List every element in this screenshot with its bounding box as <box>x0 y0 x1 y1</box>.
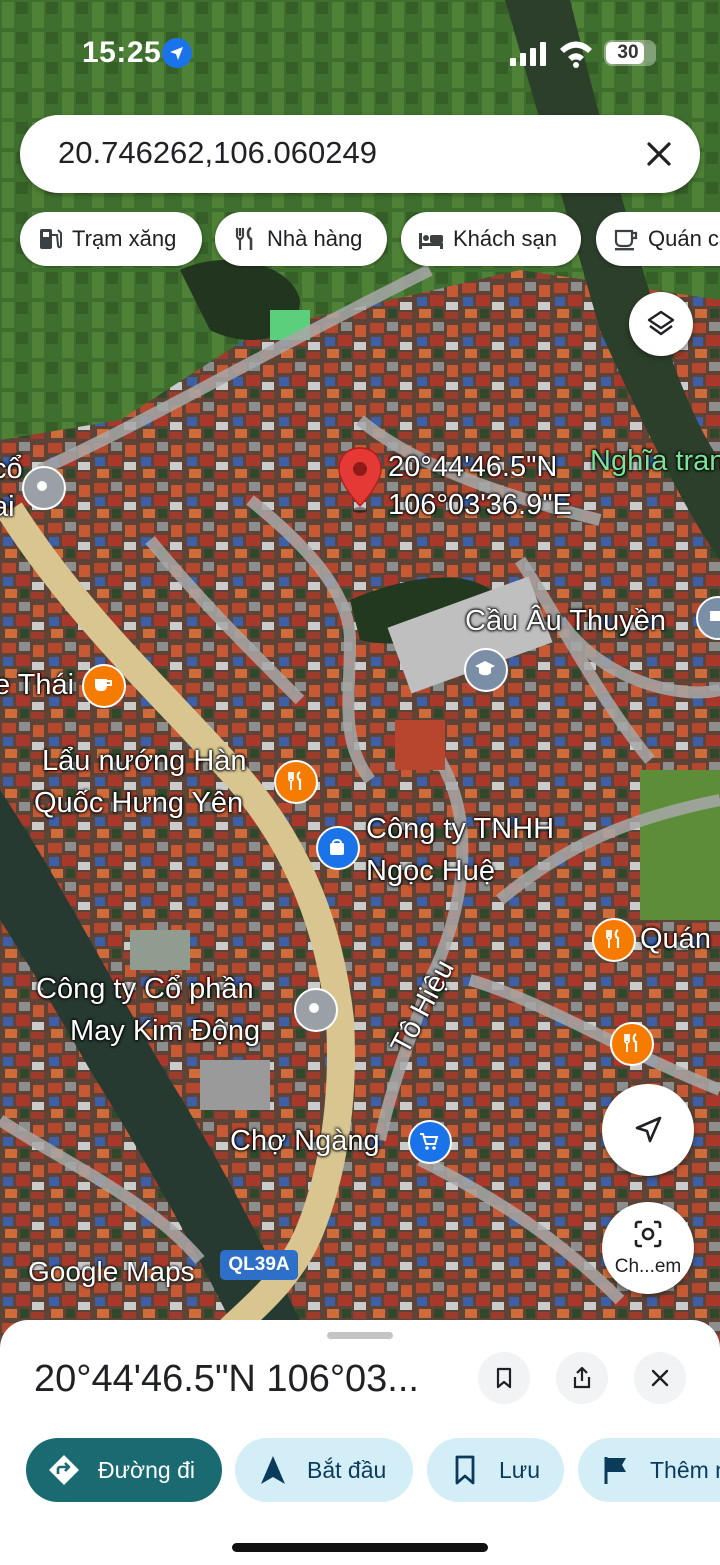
map-label-cong-ty-tnhh[interactable]: Công ty TNHH <box>366 808 554 850</box>
camera-lens-icon <box>634 1220 662 1248</box>
shopping-cart-icon <box>420 1133 439 1150</box>
chip-gas-station[interactable]: Trạm xăng <box>20 212 202 266</box>
place-title: 20°44'46.5"N 106°03... <box>34 1358 419 1400</box>
flag-icon <box>604 1457 626 1484</box>
directions-icon <box>49 1455 79 1485</box>
poi-restaurant[interactable] <box>610 1022 654 1066</box>
navigation-arrow-icon <box>635 1116 662 1143</box>
layers-icon <box>647 310 675 336</box>
start-button[interactable]: Bắt đầu <box>235 1438 413 1502</box>
close-sheet-button[interactable] <box>634 1352 686 1404</box>
map-label-quan[interactable]: Quán <box>640 918 711 960</box>
poi-restaurant[interactable] <box>592 918 636 962</box>
map-label-cau-au-thuyen[interactable]: Cầu Âu Thuyền <box>465 600 666 642</box>
map-label-lau-nuong[interactable]: Lẩu nướng Hàn <box>42 740 247 782</box>
map-label-may-kim-dong[interactable]: May Kim Động <box>70 1010 260 1052</box>
status-bar: 15:25 30 <box>0 0 720 100</box>
close-icon <box>651 1369 669 1387</box>
gas-station-icon <box>40 229 62 249</box>
chip-cafe[interactable]: Quán cà phê <box>596 212 720 266</box>
restaurant-icon <box>624 1033 638 1052</box>
save-bookmark-button[interactable] <box>478 1352 530 1404</box>
place-icon <box>309 1003 319 1013</box>
my-location-button[interactable] <box>602 1084 694 1176</box>
shopping-bag-icon <box>330 839 344 855</box>
directions-label: Đường đi <box>98 1457 195 1483</box>
map-label-partial: cổ <box>0 453 23 485</box>
chip-restaurant[interactable]: Nhà hàng <box>215 212 387 266</box>
map-label-cong-ty-tnhh[interactable]: Ngọc Huệ <box>366 850 495 892</box>
share-icon <box>573 1366 591 1389</box>
battery-icon: 30 <box>604 40 656 66</box>
chip-label: Quán cà phê <box>648 226 720 251</box>
chip-label: Khách sạn <box>453 226 557 251</box>
home-indicator[interactable] <box>232 1543 488 1552</box>
add-label-text: Thêm nhãn <box>650 1457 720 1483</box>
map-label-lau-nuong[interactable]: Quốc Hưng Yên <box>34 782 243 824</box>
place-icon <box>37 481 47 491</box>
location-pin-icon[interactable] <box>336 446 384 514</box>
status-time: 15:25 <box>82 36 162 69</box>
search-bar[interactable]: 20.746262,106.060249 <box>20 115 700 193</box>
cafe-icon <box>614 229 638 251</box>
road-badge-ql39a: QL39A <box>220 1250 298 1280</box>
add-label-button[interactable]: Thêm nhãn <box>578 1438 720 1502</box>
chip-hotel[interactable]: Khách sạn <box>401 212 581 266</box>
bookmark-icon <box>455 1455 475 1485</box>
search-input[interactable]: 20.746262,106.060249 <box>58 135 377 171</box>
school-icon <box>475 661 495 676</box>
pin-longitude-label: 106°03'36.9"E <box>388 489 572 521</box>
camera-search-button[interactable]: Ch...em <box>602 1202 694 1294</box>
poi-market[interactable] <box>408 1120 452 1164</box>
location-services-icon <box>162 38 192 68</box>
drag-handle[interactable] <box>327 1332 393 1339</box>
close-icon[interactable] <box>642 137 676 171</box>
chip-label: Nhà hàng <box>267 226 363 251</box>
restaurant-icon <box>606 929 620 948</box>
map-label-cho-ngang[interactable]: Chợ Ngàng <box>230 1120 380 1162</box>
hotel-icon <box>419 233 443 249</box>
map-label-partial: ai <box>0 491 15 523</box>
navigation-icon <box>261 1456 285 1484</box>
chip-label: Trạm xăng <box>72 226 177 251</box>
google-maps-logo: Google Maps <box>28 1256 195 1287</box>
start-label: Bắt đầu <box>307 1457 387 1483</box>
map-label-thai[interactable]: e Thái <box>0 664 74 706</box>
wifi-icon <box>560 41 592 68</box>
poi-cafe[interactable] <box>82 664 126 708</box>
bookmark-icon <box>496 1367 512 1389</box>
poi-shopping[interactable] <box>316 826 360 870</box>
poi-marker[interactable] <box>294 988 338 1032</box>
restaurant-icon <box>235 226 253 250</box>
save-button[interactable]: Lưu <box>427 1438 564 1502</box>
save-label: Lưu <box>499 1457 540 1483</box>
map-label-nghia-trang[interactable]: Nghĩa trang <box>590 440 720 482</box>
map-label-may-kim-dong[interactable]: Công ty Cổ phần <box>36 968 254 1010</box>
share-button[interactable] <box>556 1352 608 1404</box>
directions-button[interactable]: Đường đi <box>26 1438 222 1502</box>
poi-restaurant[interactable] <box>274 760 318 804</box>
cafe-icon <box>95 679 112 691</box>
battery-level: 30 <box>617 42 639 63</box>
pin-latitude-label: 20°44'46.5"N <box>388 451 558 483</box>
restaurant-icon <box>288 771 302 790</box>
poi-school[interactable] <box>464 648 508 692</box>
camera-label: Ch...em <box>614 1256 682 1277</box>
place-bottom-sheet[interactable]: 20°44'46.5"N 106°03... Đường đi Bắt đầu <box>0 1320 720 1565</box>
category-chips: Trạm xăng Nhà hàng Khách sạn Quán cà phê <box>0 212 720 268</box>
layers-button[interactable] <box>629 292 693 356</box>
poi-marker[interactable] <box>22 466 66 510</box>
cellular-signal-icon <box>510 42 546 66</box>
place-icon <box>710 611 720 621</box>
